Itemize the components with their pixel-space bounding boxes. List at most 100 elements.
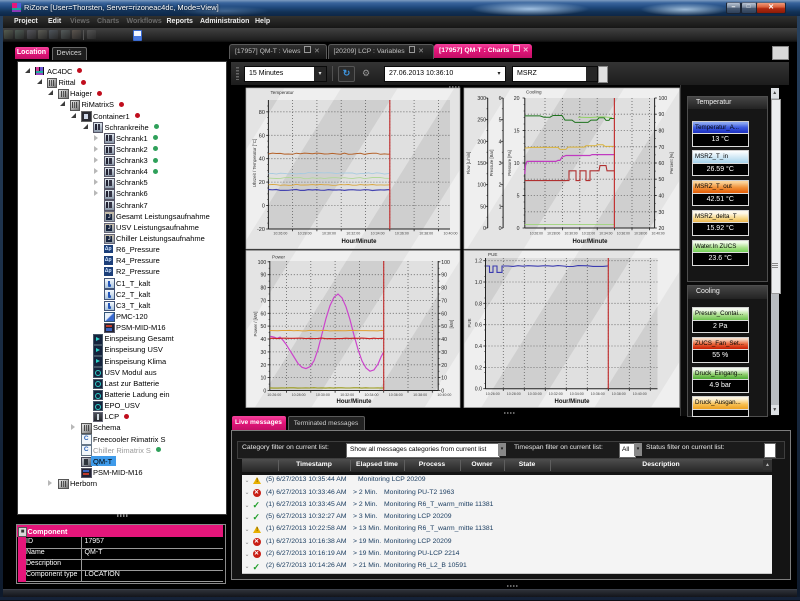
svg-text:10:28:00: 10:28:00: [298, 232, 312, 236]
svg-text:10:34:00: 10:34:00: [570, 392, 584, 396]
svg-text:70: 70: [441, 298, 447, 304]
svg-text:6: 6: [499, 96, 502, 102]
svg-text:40: 40: [261, 337, 267, 343]
svg-text:10:40:00: 10:40:00: [444, 232, 458, 236]
svg-text:80: 80: [261, 286, 267, 292]
svg-text:50: 50: [659, 177, 665, 183]
svg-text:10:28:00: 10:28:00: [507, 392, 521, 396]
svg-text:10:36:00: 10:36:00: [617, 232, 630, 236]
svg-text:70: 70: [659, 145, 665, 151]
svg-text:20: 20: [259, 180, 265, 186]
svg-text:100: 100: [258, 260, 267, 266]
svg-text:10:26:00: 10:26:00: [530, 232, 543, 236]
svg-text:1.0: 1.0: [475, 280, 482, 286]
svg-text:40: 40: [659, 194, 665, 200]
svg-text:10:38:00: 10:38:00: [419, 232, 433, 236]
svg-text:40: 40: [259, 157, 265, 163]
svg-text:300: 300: [477, 96, 486, 102]
svg-text:0: 0: [483, 226, 486, 232]
svg-text:0.2: 0.2: [475, 365, 482, 371]
svg-text:10:34:00: 10:34:00: [599, 232, 612, 236]
svg-text:5: 5: [499, 118, 502, 124]
svg-text:0.0: 0.0: [475, 387, 482, 393]
svg-text:30: 30: [659, 210, 665, 216]
svg-text:0: 0: [262, 204, 265, 210]
svg-text:50: 50: [441, 324, 447, 330]
svg-text:10:30:00: 10:30:00: [316, 393, 330, 397]
svg-text:10:32:00: 10:32:00: [549, 392, 563, 396]
svg-text:1.2: 1.2: [475, 259, 482, 265]
svg-text:0: 0: [517, 226, 520, 232]
svg-text:80: 80: [659, 129, 665, 135]
svg-text:0.6: 0.6: [475, 323, 482, 329]
svg-text:30: 30: [441, 350, 447, 356]
svg-text:0.8: 0.8: [475, 301, 482, 307]
svg-text:10:34:00: 10:34:00: [365, 393, 379, 397]
svg-text:10:30:00: 10:30:00: [564, 232, 577, 236]
svg-text:90: 90: [441, 273, 447, 279]
svg-text:100: 100: [477, 183, 486, 189]
svg-text:60: 60: [659, 161, 665, 167]
svg-text:2: 2: [499, 183, 502, 189]
svg-text:Power / [kW]: Power / [kW]: [253, 312, 258, 337]
svg-text:4: 4: [499, 139, 502, 145]
svg-text:10:40:00: 10:40:00: [633, 392, 647, 396]
svg-text:60: 60: [259, 133, 265, 139]
svg-text:10:36:00: 10:36:00: [395, 232, 409, 236]
svg-text:Power: Power: [272, 255, 285, 260]
svg-text:[kW]: [kW]: [449, 320, 454, 329]
svg-text:5: 5: [517, 194, 520, 200]
svg-text:50: 50: [480, 204, 486, 210]
svg-text:10:26:00: 10:26:00: [273, 232, 287, 236]
svg-text:Pressure [Pa]: Pressure [Pa]: [507, 150, 512, 175]
svg-text:20: 20: [441, 363, 447, 369]
svg-text:-20: -20: [257, 227, 265, 233]
svg-text:10:34:00: 10:34:00: [371, 232, 385, 236]
svg-text:10:32:00: 10:32:00: [346, 232, 360, 236]
svg-text:10: 10: [514, 161, 520, 167]
svg-text:150: 150: [477, 161, 486, 167]
svg-text:Hour/Minute: Hour/Minute: [337, 399, 373, 405]
svg-text:10:30:00: 10:30:00: [322, 232, 336, 236]
svg-text:100: 100: [441, 260, 450, 266]
svg-text:40: 40: [441, 337, 447, 343]
svg-text:250: 250: [477, 118, 486, 124]
svg-text:10:28:00: 10:28:00: [547, 232, 560, 236]
svg-text:10:36:00: 10:36:00: [591, 392, 605, 396]
svg-text:10:40:00: 10:40:00: [651, 232, 664, 236]
svg-text:20: 20: [514, 96, 520, 102]
svg-text:50: 50: [261, 324, 267, 330]
svg-text:10:40:00: 10:40:00: [437, 393, 451, 397]
svg-text:Hour/Minute: Hour/Minute: [573, 239, 609, 245]
svg-text:PUE: PUE: [488, 252, 497, 257]
svg-text:10:36:00: 10:36:00: [389, 393, 403, 397]
svg-text:Hour/Minute: Hour/Minute: [555, 399, 591, 405]
svg-text:10: 10: [261, 376, 267, 382]
svg-text:200: 200: [477, 139, 486, 145]
svg-text:Hour/Minute: Hour/Minute: [342, 239, 378, 245]
svg-text:10:26:00: 10:26:00: [267, 393, 281, 397]
svg-text:Pressure [Bar]: Pressure [Bar]: [489, 150, 494, 177]
svg-text:PUE: PUE: [467, 318, 472, 327]
svg-text:30: 30: [261, 350, 267, 356]
svg-text:100: 100: [659, 96, 668, 102]
svg-text:Percent [%]: Percent [%]: [669, 152, 674, 174]
svg-text:15: 15: [514, 129, 520, 135]
svg-text:10:32:00: 10:32:00: [340, 393, 354, 397]
svg-text:3: 3: [499, 161, 502, 167]
svg-text:80: 80: [259, 110, 265, 116]
svg-text:0: 0: [499, 226, 502, 232]
svg-text:60: 60: [261, 311, 267, 317]
svg-text:0.4: 0.4: [475, 344, 482, 350]
svg-text:10:38:00: 10:38:00: [634, 232, 647, 236]
svg-text:10:30:00: 10:30:00: [528, 392, 542, 396]
svg-text:80: 80: [441, 286, 447, 292]
svg-text:Temperatur: Temperatur: [271, 90, 295, 95]
svg-text:10:32:00: 10:32:00: [582, 232, 595, 236]
svg-text:90: 90: [261, 273, 267, 279]
svg-text:10:38:00: 10:38:00: [612, 392, 626, 396]
svg-text:10:38:00: 10:38:00: [413, 393, 427, 397]
svg-text:90: 90: [659, 112, 665, 118]
svg-text:0: 0: [263, 389, 266, 395]
svg-text:20: 20: [261, 363, 267, 369]
